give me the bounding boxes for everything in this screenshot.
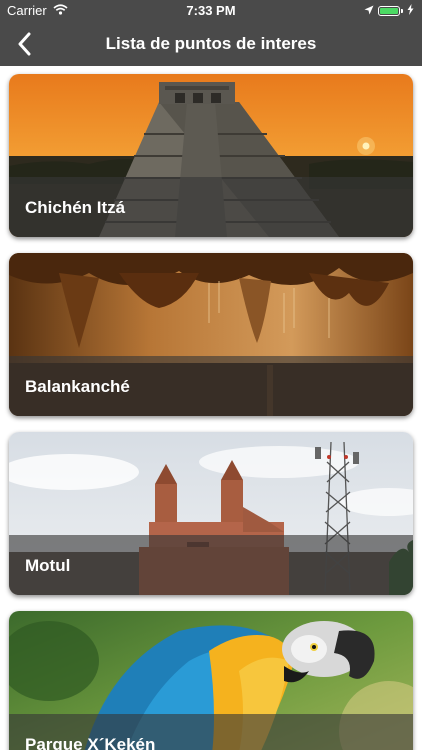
place-caption: Parque X´Kekén (9, 714, 413, 750)
navigation-bar: Lista de puntos de interes (0, 22, 422, 66)
place-name: Motul (25, 556, 71, 575)
status-right (364, 3, 414, 18)
place-card-parque-xkeken[interactable]: Parque X´Kekén (9, 611, 413, 750)
place-name: Balankanché (25, 377, 130, 396)
places-list[interactable]: Chichén Itzá Balankanché Motul Parque X´… (0, 66, 422, 750)
place-card-chichen-itza[interactable]: Chichén Itzá (9, 74, 413, 237)
place-card-balankanche[interactable]: Balankanché (9, 253, 413, 416)
battery-level (380, 7, 398, 14)
page-title: Lista de puntos de interes (105, 34, 317, 53)
place-name: Parque X´Kekén (25, 735, 156, 750)
place-caption: Balankanché (9, 356, 413, 416)
status-time: 7:33 PM (186, 3, 236, 18)
status-bar: Carrier 7:33 PM (0, 0, 422, 22)
place-card-motul[interactable]: Motul (9, 432, 413, 595)
place-caption: Chichén Itzá (9, 177, 413, 237)
place-name: Chichén Itzá (25, 198, 126, 217)
battery-icon (378, 5, 400, 16)
battery-cap (401, 8, 403, 13)
charging-bolt-icon (407, 3, 414, 18)
place-caption: Motul (9, 535, 413, 595)
location-arrow-icon (364, 3, 374, 18)
